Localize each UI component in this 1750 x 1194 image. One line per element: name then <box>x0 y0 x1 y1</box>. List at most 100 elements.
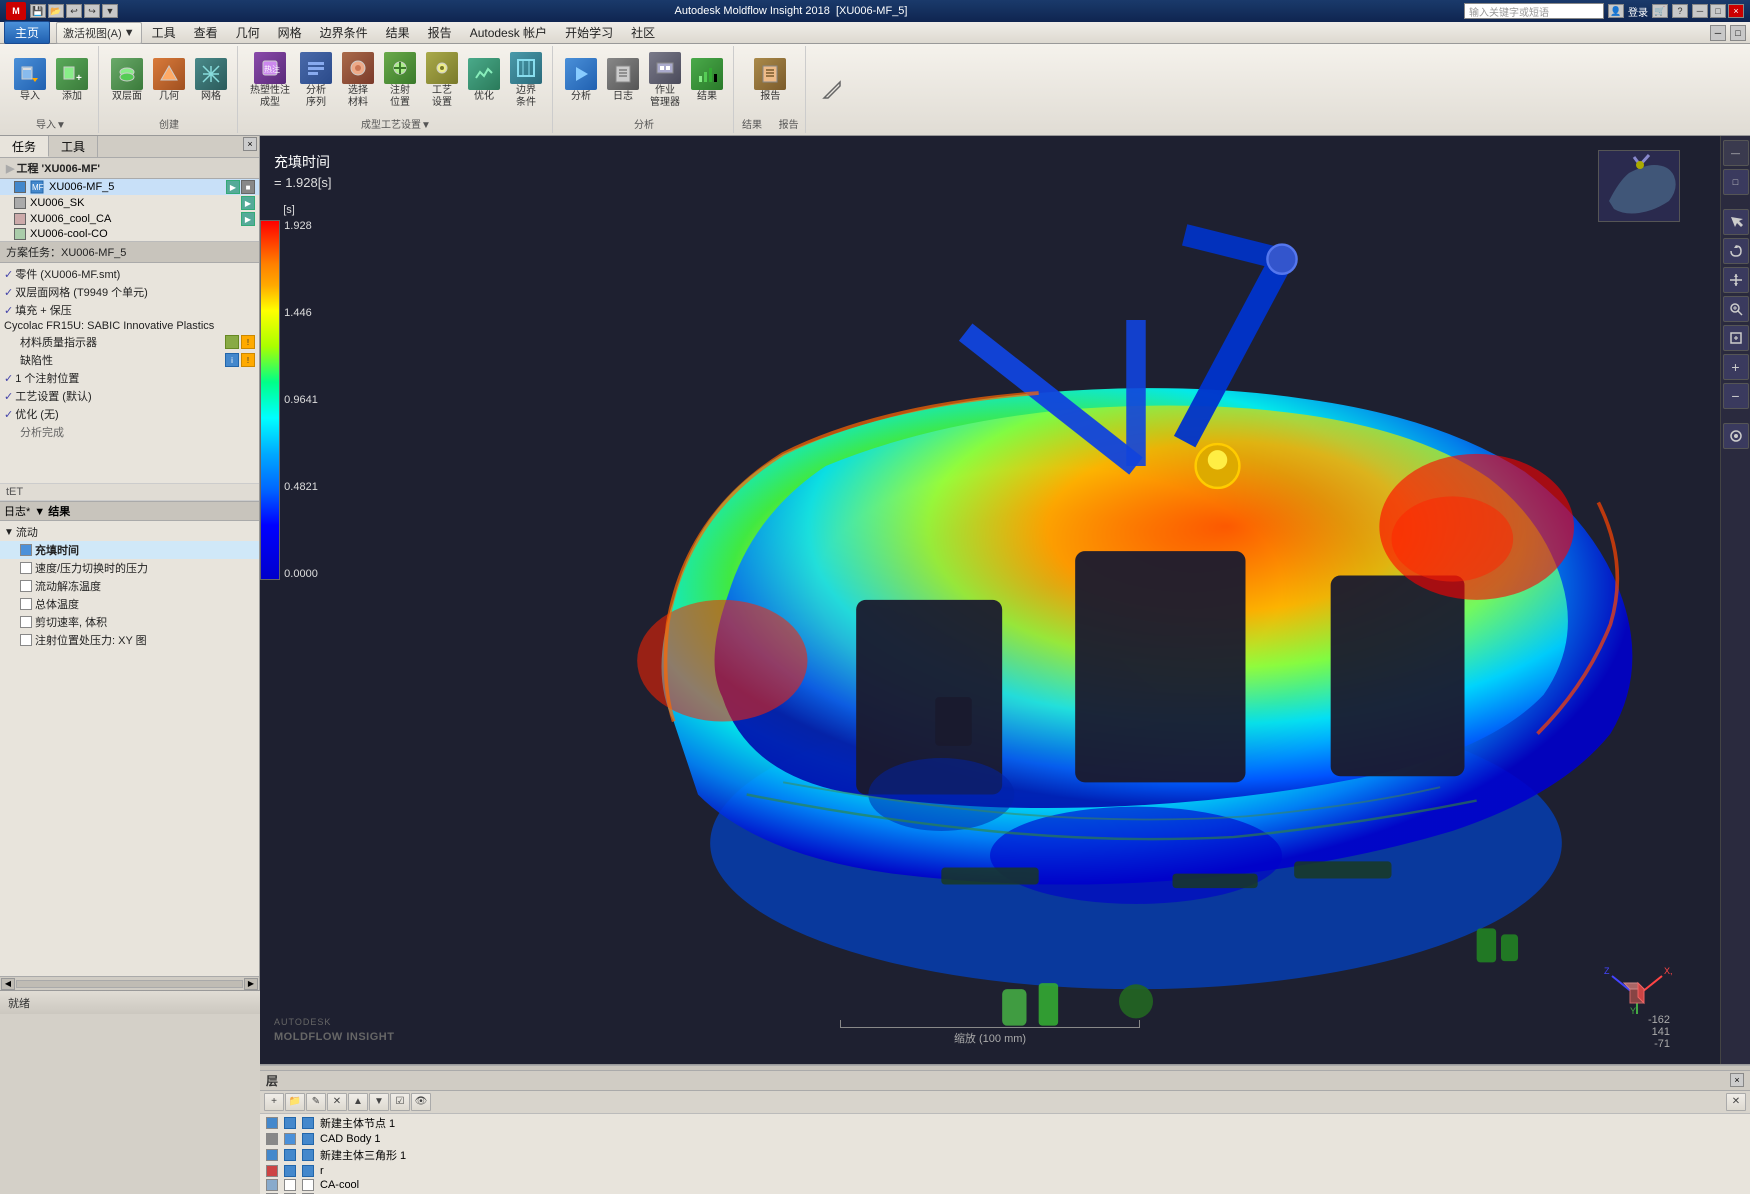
fill-pack-item[interactable]: ✓ 填充 + 保压 <box>0 301 259 319</box>
undo-btn[interactable]: ↩ <box>66 4 82 18</box>
layer-item-r[interactable]: r <box>260 1164 1750 1178</box>
layer-move-up-btn[interactable]: ▲ <box>348 1093 368 1111</box>
quick-open-btn[interactable]: 📂 <box>48 4 64 18</box>
menu-community[interactable]: 社区 <box>623 22 663 43</box>
task-tab[interactable]: 任务 <box>0 136 49 157</box>
injection-btn[interactable]: 注射位置 <box>380 50 420 111</box>
layer-close-btn[interactable]: ✕ <box>1726 1093 1746 1111</box>
layer-item-main-body-nodes[interactable]: 新建主体节点 1 <box>260 1114 1750 1132</box>
quick-save-btn[interactable]: 💾 <box>30 4 46 18</box>
layer-move-down-btn[interactable]: ▼ <box>369 1093 389 1111</box>
menu-home[interactable]: 主页 <box>4 21 50 44</box>
project-item-xu006coolco[interactable]: XU006-cool-CO <box>0 227 259 241</box>
import-btn[interactable]: 导入 <box>10 56 50 105</box>
flow-frozen-item[interactable]: 流动解冻温度 <box>0 577 259 595</box>
menu-view[interactable]: 查看 <box>186 22 226 43</box>
layer-item-main-body-triangles[interactable]: 新建主体三角形 1 <box>260 1146 1750 1164</box>
panel-close-btn[interactable]: × <box>243 137 257 151</box>
window-min-btn[interactable]: ─ <box>1710 25 1726 41</box>
log-btn[interactable]: 日志 <box>603 56 643 105</box>
job-manager-btn[interactable]: 作业管理器 <box>645 50 685 111</box>
flow-group[interactable]: ▼ 流动 <box>0 523 259 541</box>
close-btn[interactable]: × <box>1728 4 1744 18</box>
material-quality-item[interactable]: 材料质量指示器 ! <box>0 333 259 351</box>
viewport[interactable]: 充填时间 = 1.928[s] [s] 1.928 1.446 0.9641 0… <box>260 136 1720 1064</box>
shear-rate-item[interactable]: 剪切速率, 体积 <box>0 613 259 631</box>
minimize-btn[interactable]: ─ <box>1692 4 1708 18</box>
material-item[interactable]: Cycolac FR15U: SABIC Innovative Plastics <box>0 319 259 333</box>
layer-edit-btn[interactable]: ✎ <box>306 1093 326 1111</box>
layer-visibility-btn[interactable]: 👁 <box>411 1093 431 1111</box>
menu-report[interactable]: 报告 <box>420 22 460 43</box>
more-btn[interactable]: ▼ <box>102 4 118 18</box>
layer-delete-btn[interactable]: ✕ <box>327 1093 347 1111</box>
activate-view-dropdown[interactable]: 激活视图(A) ▼ <box>56 22 142 44</box>
results-tree-controls: 日志* ▼ 结果 <box>0 501 259 521</box>
search-input[interactable]: 输入关键字或短语 <box>1464 3 1604 19</box>
project-item-xu006coolca[interactable]: XU006_cool_CA ▶ <box>0 211 259 227</box>
zoom-tool-btn[interactable] <box>1723 296 1749 322</box>
redo-btn[interactable]: ↪ <box>84 4 100 18</box>
restore-btn[interactable]: □ <box>1710 4 1726 18</box>
menu-account[interactable]: Autodesk 帐户 <box>462 22 555 43</box>
menu-learn[interactable]: 开始学习 <box>557 22 621 43</box>
layer-item-xu06-cool-co[interactable]: XU06-cool-CO <box>260 1192 1750 1194</box>
report-btn[interactable]: 报告 <box>750 56 790 105</box>
viewport-expand-btn[interactable]: □ <box>1723 169 1749 195</box>
layer-folder-btn[interactable]: 📁 <box>285 1093 305 1111</box>
viewport-close-btn[interactable]: — <box>1723 140 1749 166</box>
mesh-item[interactable]: ✓ 双层面网格 (T9949 个单元) <box>0 283 259 301</box>
login-btn[interactable]: 登录 <box>1628 4 1648 19</box>
optimize-item[interactable]: ✓ 优化 (无) <box>0 405 259 423</box>
tools-tab[interactable]: 工具 <box>49 136 98 157</box>
menu-boundary[interactable]: 边界条件 <box>312 22 376 43</box>
geometry-btn[interactable]: 几何 <box>149 56 189 105</box>
zoom-in-btn[interactable]: + <box>1723 354 1749 380</box>
analysis-seq-btn[interactable]: 分析序列 <box>296 50 336 111</box>
select-tool-btn[interactable] <box>1723 209 1749 235</box>
window-restore-btn[interactable]: □ <box>1730 25 1746 41</box>
help-icon[interactable]: ? <box>1672 4 1688 18</box>
results-btn[interactable]: 结果 <box>687 56 727 105</box>
log-label[interactable]: 日志* <box>4 503 30 519</box>
process-settings-btn[interactable]: 工艺设置 <box>422 50 462 111</box>
menu-geometry[interactable]: 几何 <box>228 22 268 43</box>
defect-item[interactable]: 缺陷性 i ! <box>0 351 259 369</box>
layer-panel-close-btn[interactable]: × <box>1730 1073 1744 1087</box>
mesh-btn[interactable]: 网格 <box>191 56 231 105</box>
optimize-btn[interactable]: 优化 <box>464 56 504 105</box>
layer-new-btn[interactable]: + <box>264 1093 284 1111</box>
layer-item-ca-cool[interactable]: CA-cool <box>260 1178 1750 1192</box>
material-btn[interactable]: 选择材料 <box>338 50 378 111</box>
project-item-xu006sk[interactable]: XU006_SK ▶ <box>0 195 259 211</box>
analysis-complete-item[interactable]: 分析完成 <box>0 423 259 441</box>
boundary-cond-btn[interactable]: 边界条件 <box>506 50 546 111</box>
user-icon[interactable]: 👤 <box>1608 4 1624 18</box>
menu-mesh[interactable]: 网格 <box>270 22 310 43</box>
pen-tool-btn[interactable] <box>816 74 848 106</box>
thermal-btn[interactable]: 热注 热塑性注成型 <box>246 50 294 111</box>
zoom-out-btn[interactable]: − <box>1723 383 1749 409</box>
run-analysis-btn[interactable]: 分析 <box>561 56 601 105</box>
project-item-xu006mf5[interactable]: MF XU006-MF_5 ▶ ■ <box>0 179 259 195</box>
rotate-tool-btn[interactable] <box>1723 238 1749 264</box>
injection-location-item[interactable]: ✓ 1 个注射位置 <box>0 369 259 387</box>
menu-tools[interactable]: 工具 <box>144 22 184 43</box>
add-btn[interactable]: + 添加 <box>52 56 92 105</box>
dual-layer-btn[interactable]: 双层面 <box>107 56 147 105</box>
layer-item-cad-body[interactable]: CAD Body 1 <box>260 1132 1750 1146</box>
vp-pressure-item[interactable]: 速度/压力切换时的压力 <box>0 559 259 577</box>
view-settings-btn[interactable] <box>1723 423 1749 449</box>
pan-tool-btn[interactable] <box>1723 267 1749 293</box>
results-label[interactable]: ▼ 结果 <box>34 503 70 519</box>
part-item[interactable]: ✓ 零件 (XU006-MF.smt) <box>0 265 259 283</box>
process-settings-item[interactable]: ✓ 工艺设置 (默认) <box>0 387 259 405</box>
h-scrollbar[interactable]: ◀ ▶ <box>0 976 259 990</box>
menu-results[interactable]: 结果 <box>378 22 418 43</box>
fill-time-item[interactable]: 充填时间 <box>0 541 259 559</box>
bulk-temp-item[interactable]: 总体温度 <box>0 595 259 613</box>
cart-icon[interactable]: 🛒 <box>1652 4 1668 18</box>
injection-pressure-item[interactable]: 注射位置处压力: XY 图 <box>0 631 259 649</box>
zoom-extent-btn[interactable] <box>1723 325 1749 351</box>
layer-select-btn[interactable]: ☑ <box>390 1093 410 1111</box>
